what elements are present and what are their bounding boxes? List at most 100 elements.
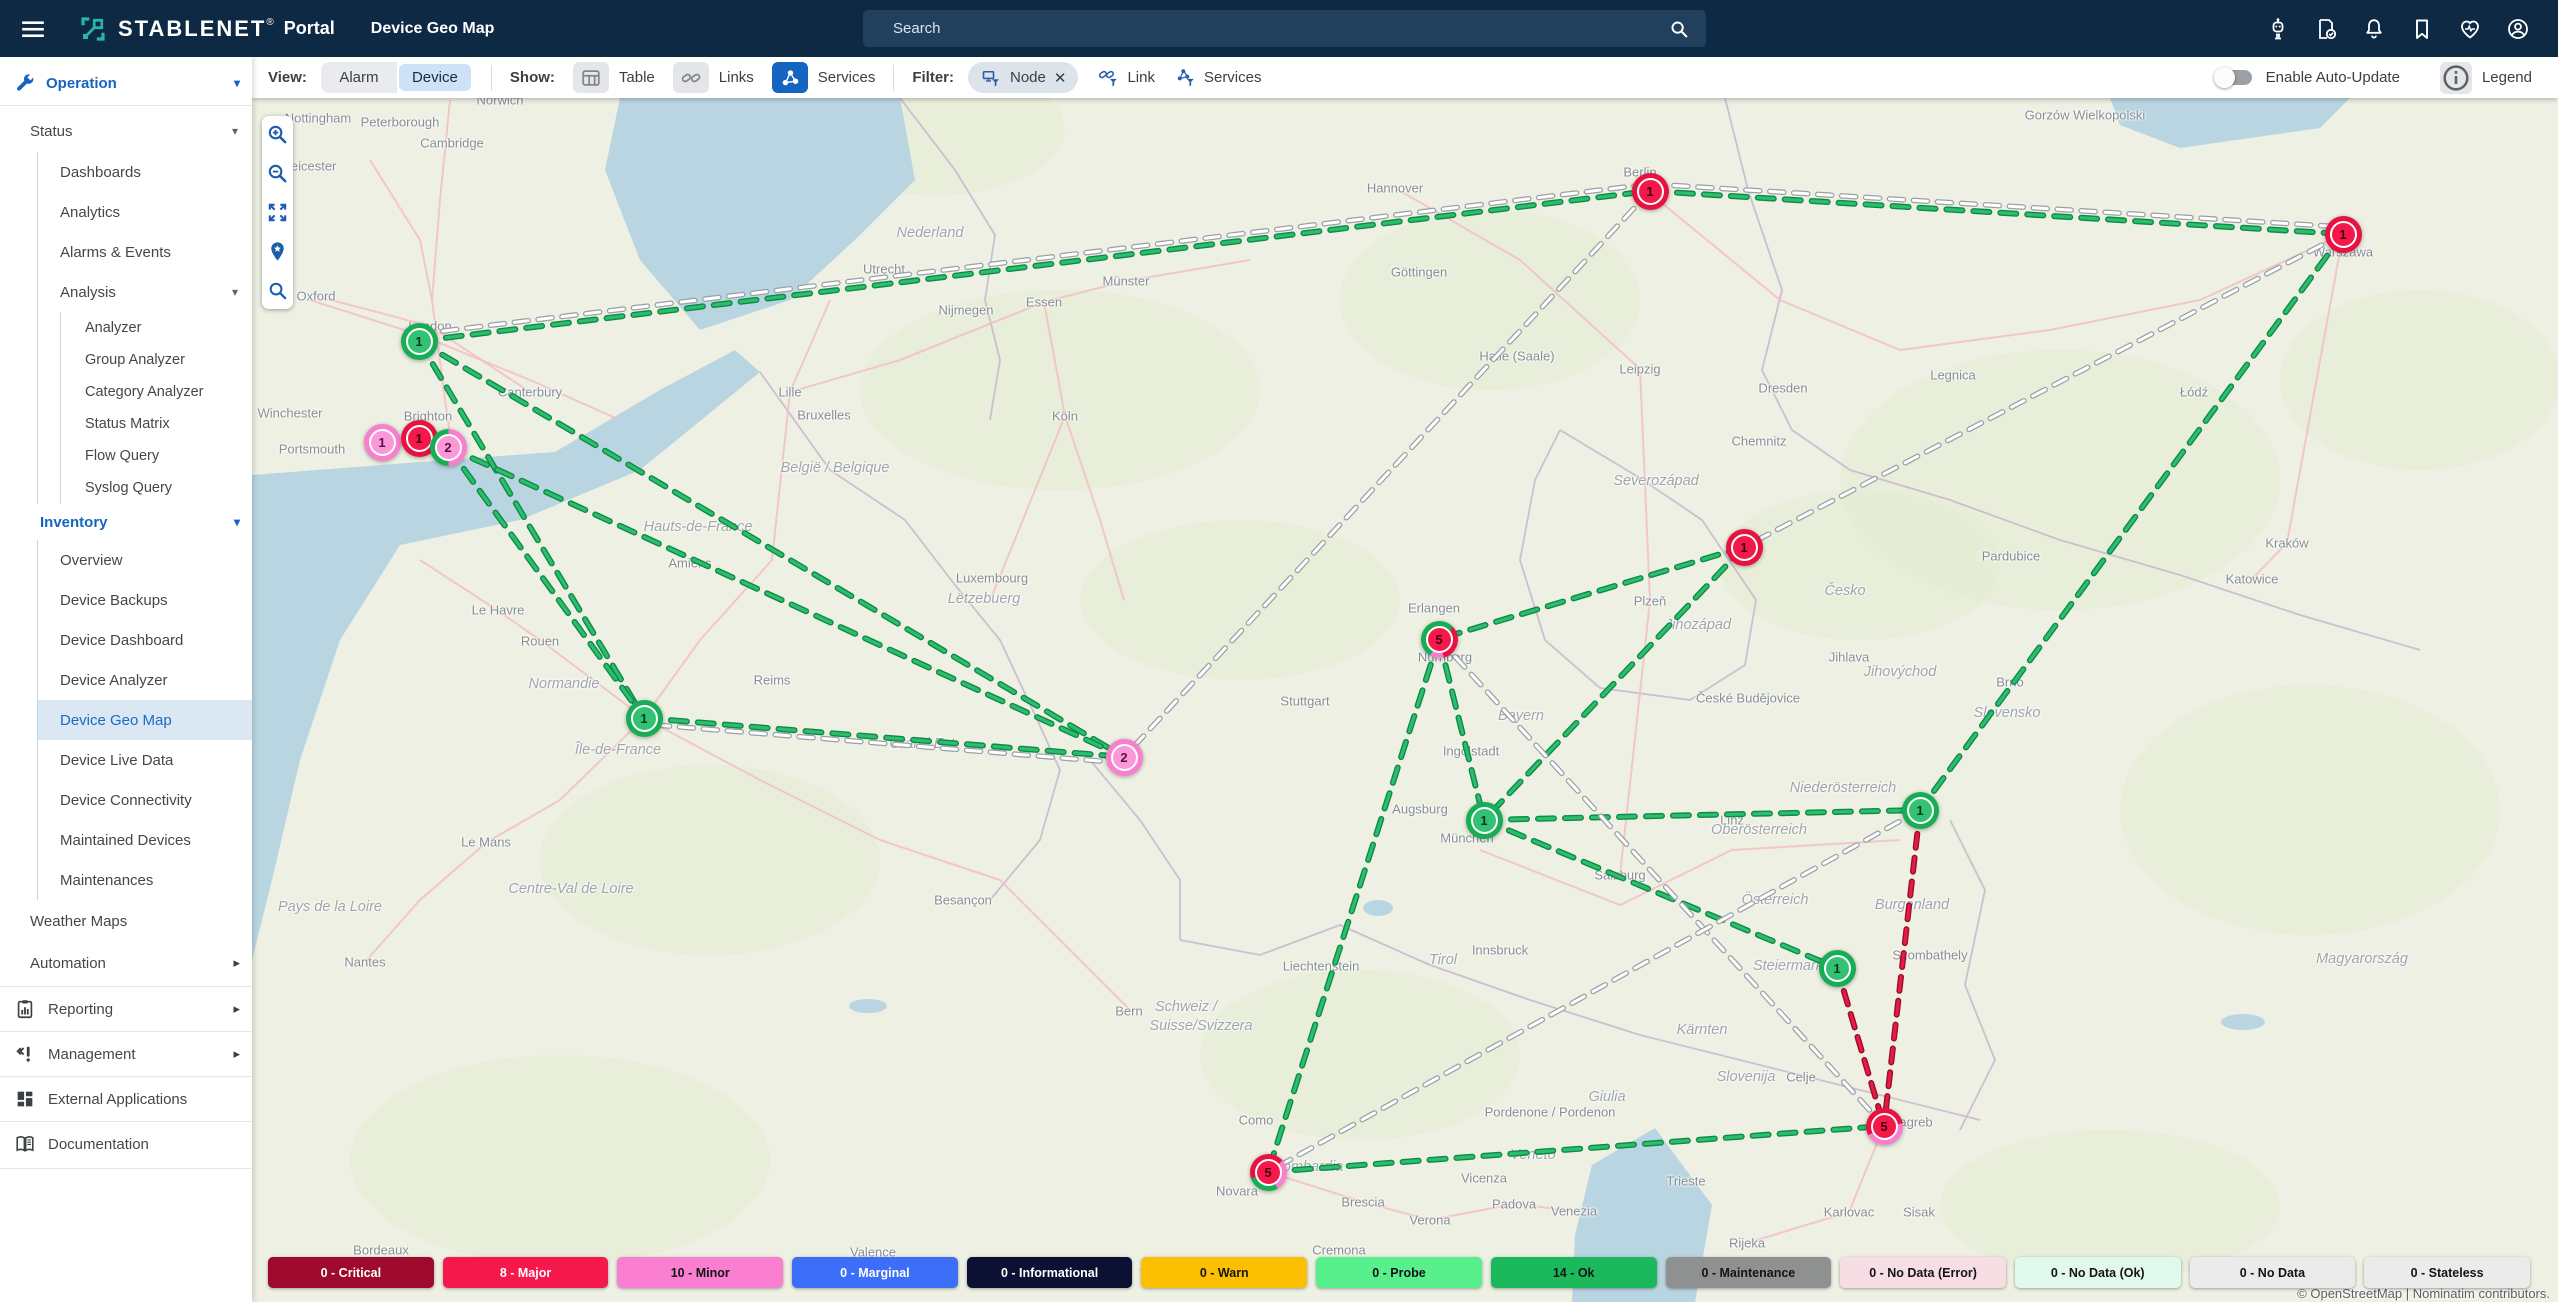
status-legend-maintenance[interactable]: 0 - Maintenance	[1666, 1257, 1832, 1288]
sidebar-item-overview[interactable]: Overview	[38, 540, 252, 580]
sidebar-item-documentation[interactable]: Documentation	[0, 1124, 252, 1164]
filter-services-button[interactable]: Services	[1175, 67, 1262, 88]
map-node-paris[interactable]: 1	[626, 700, 663, 737]
map-node-muenchen[interactable]: 1	[1466, 802, 1503, 839]
toolbar-separator	[491, 65, 492, 91]
status-legend-marginal[interactable]: 0 - Marginal	[792, 1257, 958, 1288]
close-icon[interactable]: ✕	[1054, 69, 1067, 87]
sidebar-item-device-analyzer[interactable]: Device Analyzer	[38, 660, 252, 700]
sidebar-item-category-analyzer[interactable]: Category Analyzer	[61, 376, 252, 408]
status-legend-minor[interactable]: 10 - Minor	[617, 1257, 783, 1288]
show-links-button[interactable]	[673, 62, 709, 93]
assistant-icon[interactable]	[2266, 17, 2290, 41]
map-node-nuernberg[interactable]: 5	[1421, 621, 1458, 658]
map-attribution[interactable]: © OpenStreetMap | Nominatim contributors…	[2297, 1286, 2550, 1301]
filter-link-button[interactable]: Link	[1098, 67, 1155, 88]
map-node-brighton-w[interactable]: 1	[364, 424, 401, 461]
sidebar-item-device-live-data[interactable]: Device Live Data	[38, 740, 252, 780]
sidebar-item-analysis[interactable]: Analysis▾	[38, 272, 252, 312]
sidebar-item-status-matrix[interactable]: Status Matrix	[61, 408, 252, 440]
sidebar-section-inventory[interactable]: Inventory▾	[0, 504, 252, 540]
links-icon	[680, 67, 702, 89]
sidebar-item-dashboards[interactable]: Dashboards	[38, 152, 252, 192]
map-node-strasbourg[interactable]: 2	[1106, 739, 1143, 776]
sidebar-item-status[interactable]: Status▾	[0, 110, 252, 152]
status-legend-no-data-error-[interactable]: 0 - No Data (Error)	[1840, 1257, 2006, 1288]
status-legend-informational[interactable]: 0 - Informational	[967, 1257, 1133, 1288]
sidebar-item-group-analyzer[interactable]: Group Analyzer	[61, 344, 252, 376]
sidebar-item-syslog-query[interactable]: Syslog Query	[61, 472, 252, 504]
sidebar-item-automation[interactable]: Automation▸	[0, 942, 252, 984]
sidebar-item-maintained-devices[interactable]: Maintained Devices	[38, 820, 252, 860]
node-count: 1	[406, 425, 433, 452]
map-canvas[interactable]: NottinghamLeicesterNorwichPeterboroughCa…	[252, 98, 2558, 1302]
sidebar-item-device-dashboard[interactable]: Device Dashboard	[38, 620, 252, 660]
brand[interactable]: STABLENET ® Portal	[78, 14, 335, 44]
filter-chip-node[interactable]: Node ✕	[968, 62, 1078, 93]
sidebar-item-device-backups[interactable]: Device Backups	[38, 580, 252, 620]
zoom-in-icon[interactable]	[266, 123, 289, 146]
sidebar-item-label: Device Connectivity	[60, 792, 192, 809]
search-icon[interactable]	[266, 279, 289, 302]
report-icon	[14, 998, 36, 1020]
view-segmented-control: AlarmDevice	[321, 62, 473, 93]
status-legend-critical[interactable]: 0 - Critical	[268, 1257, 434, 1288]
status-legend-probe[interactable]: 0 - Probe	[1316, 1257, 1482, 1288]
sidebar-item-reporting[interactable]: Reporting▸	[0, 989, 252, 1029]
map-node-zagreb[interactable]: 5	[1866, 1108, 1903, 1145]
show-button-label: Links	[719, 69, 754, 86]
auto-update-label: Enable Auto-Update	[2266, 69, 2400, 86]
view-option-device[interactable]: Device	[397, 62, 473, 93]
sidebar-item-analyzer[interactable]: Analyzer	[61, 312, 252, 344]
status-legend-no-data[interactable]: 0 - No Data	[2190, 1257, 2356, 1288]
zoom-out-icon[interactable]	[266, 162, 289, 185]
sidebar-item-label: Alarms & Events	[60, 244, 171, 261]
map-node-warszawa[interactable]: 1	[2325, 216, 2362, 253]
status-legend-warn[interactable]: 0 - Warn	[1141, 1257, 1307, 1288]
node-count: 1	[2330, 221, 2357, 248]
brand-registered-mark: ®	[266, 17, 273, 28]
show-services-button[interactable]	[772, 62, 808, 93]
sidebar-item-external-applications[interactable]: External Applications	[0, 1079, 252, 1119]
book-icon	[14, 1133, 36, 1155]
status-legend-stateless[interactable]: 0 - Stateless	[2364, 1257, 2530, 1288]
map-node-london[interactable]: 1	[401, 323, 438, 360]
sidebar-item-analytics[interactable]: Analytics	[38, 192, 252, 232]
map-node-wien[interactable]: 1	[1902, 792, 1939, 829]
auto-update-toggle[interactable]	[2216, 70, 2252, 85]
script-check-icon[interactable]	[2314, 17, 2338, 41]
filter-button-label: Services	[1204, 69, 1262, 86]
map-node-graz[interactable]: 1	[1819, 950, 1856, 987]
map-node-praha[interactable]: 1	[1726, 529, 1763, 566]
bookmark-icon[interactable]	[2410, 17, 2434, 41]
map-node-hannover[interactable]: 1	[1632, 173, 1669, 210]
map-node-milano[interactable]: 5	[1250, 1154, 1287, 1191]
marker-icon[interactable]	[266, 240, 289, 263]
sidebar-item-device-geo-map[interactable]: Device Geo Map	[38, 700, 252, 740]
sidebar-section-operation[interactable]: Operation▾	[0, 65, 252, 101]
chevron-right-icon: ▸	[233, 1046, 240, 1062]
search-icon[interactable]	[1668, 18, 1690, 40]
map-node-brighton-e[interactable]: 2	[430, 429, 467, 466]
account-icon[interactable]	[2506, 17, 2530, 41]
status-legend-no-data-ok-[interactable]: 0 - No Data (Ok)	[2015, 1257, 2181, 1288]
health-icon[interactable]	[2458, 17, 2482, 41]
sidebar-item-weather-maps[interactable]: Weather Maps	[0, 900, 252, 942]
show-table-button[interactable]	[573, 62, 609, 93]
view-option-alarm[interactable]: Alarm	[321, 62, 397, 93]
menu-icon[interactable]	[20, 16, 46, 42]
status-legend-ok[interactable]: 14 - Ok	[1491, 1257, 1657, 1288]
sidebar-item-device-connectivity[interactable]: Device Connectivity	[38, 780, 252, 820]
status-legend-major[interactable]: 8 - Major	[443, 1257, 609, 1288]
sidebar-item-flow-query[interactable]: Flow Query	[61, 440, 252, 472]
sidebar-item-maintenances[interactable]: Maintenances	[38, 860, 252, 900]
sidebar-item-alarms-events[interactable]: Alarms & Events	[38, 232, 252, 272]
show-button-label: Table	[619, 69, 655, 86]
map-controls	[262, 116, 293, 309]
search-input[interactable]	[863, 10, 1706, 47]
notifications-icon[interactable]	[2362, 17, 2386, 41]
sidebar-item-management[interactable]: Management▸	[0, 1034, 252, 1074]
fullscreen-icon[interactable]	[266, 201, 289, 224]
sidebar-section-label: Inventory	[40, 514, 108, 531]
legend-button[interactable]: Legend	[2440, 62, 2532, 94]
